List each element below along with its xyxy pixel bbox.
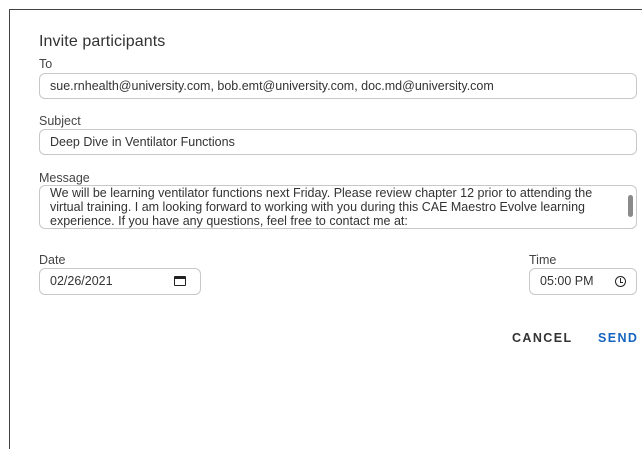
dialog-title: Invite participants bbox=[39, 33, 166, 50]
cancel-button[interactable]: CANCEL bbox=[512, 331, 572, 345]
date-label: Date bbox=[39, 253, 66, 267]
date-value: 02/26/2021 bbox=[50, 274, 113, 288]
message-text: We will be learning ventilator functions… bbox=[50, 186, 593, 228]
message-label: Message bbox=[39, 171, 90, 185]
send-button[interactable]: SEND bbox=[598, 331, 638, 345]
time-field[interactable]: 05:00 PM bbox=[529, 268, 637, 295]
time-label: Time bbox=[529, 253, 557, 267]
message-field[interactable]: We will be learning ventilator functions… bbox=[39, 185, 637, 229]
subject-label: Subject bbox=[39, 114, 81, 128]
date-field[interactable]: 02/26/2021 bbox=[39, 268, 201, 295]
time-value: 05:00 PM bbox=[540, 274, 594, 288]
calendar-icon[interactable] bbox=[174, 276, 186, 286]
clock-icon[interactable] bbox=[615, 276, 626, 287]
to-label: To bbox=[39, 57, 53, 71]
subject-field[interactable]: Deep Dive in Ventilator Functions bbox=[39, 129, 637, 155]
to-field[interactable]: sue.rnhealth@university.com, bob.emt@uni… bbox=[39, 73, 637, 99]
message-scrollbar[interactable] bbox=[628, 195, 633, 217]
